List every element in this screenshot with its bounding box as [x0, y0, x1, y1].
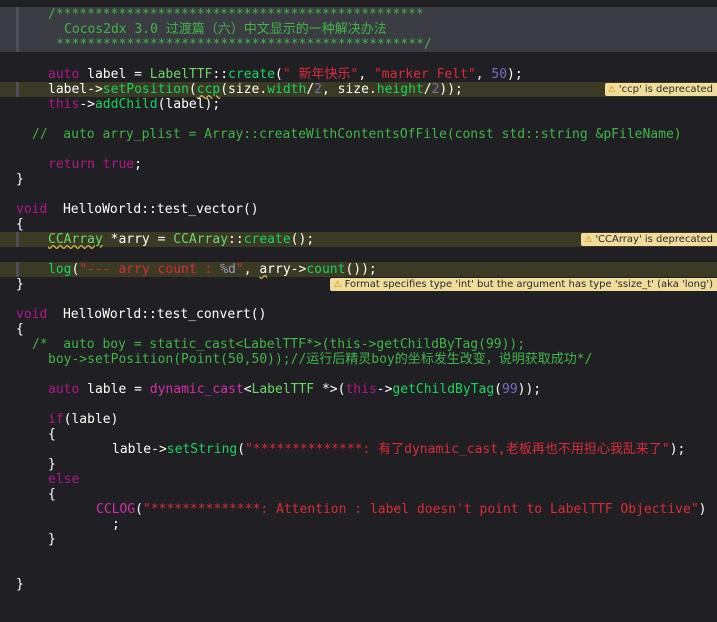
code-line[interactable]: void HelloWorld::test_convert(): [0, 307, 717, 322]
code-line[interactable]: void HelloWorld::test_vector(): [0, 202, 717, 217]
code-line[interactable]: return true;: [0, 157, 717, 172]
line-bar: [16, 232, 19, 247]
code-text: CCArray *arry = CCArray::create();: [48, 232, 315, 247]
code-text: ****************************************…: [56, 37, 432, 52]
code-line[interactable]: } ⚠ Format specifies type 'int' but the a…: [0, 277, 717, 292]
code-text: auto label = LabelTTF::create(" 新年快乐", "…: [48, 67, 523, 82]
code-line[interactable]: else: [0, 472, 717, 487]
warning-text: 'CCArray' is deprecated: [595, 234, 713, 245]
code-text: Cocos2dx 3.0 过渡篇（六）中文显示的一种解决办法: [64, 22, 387, 37]
code-text: log("--- arry count : %d", arry->count()…: [48, 262, 377, 277]
code-line-warning[interactable]: label->setPosition(ccp(size.width/2, siz…: [0, 82, 717, 97]
code-line[interactable]: auto label = LabelTTF::create(" 新年快乐", "…: [0, 67, 717, 82]
line-bar: [16, 262, 19, 277]
code-text: {: [48, 427, 56, 442]
code-line-comment[interactable]: boy->setPosition(Point(50,50));//运行后精灵bo…: [0, 352, 717, 367]
line-bar: [16, 82, 19, 97]
code-line[interactable]: if(lable): [0, 412, 717, 427]
code-line[interactable]: ;: [0, 517, 717, 532]
code-text: void HelloWorld::test_vector(): [16, 202, 259, 217]
code-line-warning[interactable]: CCArray *arry = CCArray::create(); ⚠ 'CCA…: [0, 232, 717, 247]
code-editor[interactable]: /***************************************…: [0, 0, 717, 610]
code-line[interactable]: lable->setString("**************: 有了dyna…: [0, 442, 717, 457]
code-text: else: [48, 472, 80, 487]
code-line[interactable]: }: [0, 532, 717, 547]
code-line-comment-title[interactable]: Cocos2dx 3.0 过渡篇（六）中文显示的一种解决办法: [0, 22, 717, 37]
code-text: /***************************************…: [48, 7, 424, 22]
warning-badge[interactable]: ⚠ 'CCArray' is deprecated: [581, 233, 717, 246]
line-bar: [16, 22, 19, 37]
code-line[interactable]: {: [0, 487, 717, 502]
code-line[interactable]: {: [0, 427, 717, 442]
warning-triangle-icon: ⚠: [607, 85, 616, 95]
line-bar: [16, 7, 19, 22]
code-text: }: [16, 577, 24, 592]
code-line[interactable]: {: [0, 217, 717, 232]
code-line-comment[interactable]: /* auto boy = static_cast<LabelTTF*>(thi…: [0, 337, 717, 352]
warning-triangle-icon: ⚠: [333, 280, 342, 290]
warning-badge[interactable]: ⚠'ccp' is deprecated: [604, 83, 717, 96]
code-text: }: [48, 457, 56, 472]
line-bar: [16, 37, 19, 52]
code-text: {: [16, 217, 24, 232]
code-text: }: [16, 277, 24, 292]
code-line-comment-close[interactable]: ****************************************…: [0, 37, 717, 52]
code-text: boy->setPosition(Point(50,50));//运行后精灵bo…: [48, 352, 593, 367]
code-text: if(lable): [48, 412, 119, 427]
code-text: // auto arry_plist = Array::createWithCo…: [32, 127, 682, 142]
code-text: }: [16, 172, 24, 187]
warning-text: Format specifies type 'int' but the argu…: [344, 279, 713, 290]
code-text: this->addChild(label);: [48, 97, 221, 112]
code-line[interactable]: auto lable = dynamic_cast<LabelTTF *>(th…: [0, 382, 717, 397]
code-line[interactable]: }: [0, 172, 717, 187]
code-line[interactable]: }: [0, 577, 717, 592]
code-text: void HelloWorld::test_convert(): [16, 307, 267, 322]
code-line-warning[interactable]: log("--- arry count : %d", arry->count()…: [0, 262, 717, 277]
warning-badge[interactable]: ⚠ Format specifies type 'int' but the arg…: [330, 278, 717, 291]
code-text: {: [16, 322, 24, 337]
code-text: ;: [112, 517, 120, 532]
warning-text: 'ccp' is deprecated: [618, 84, 713, 95]
code-text: return true;: [48, 157, 142, 172]
code-text: CCLOG("**************: Attention : label…: [96, 502, 707, 517]
code-line[interactable]: CCLOG("**************: Attention : label…: [0, 502, 717, 517]
code-line-comment-open[interactable]: /***************************************…: [0, 7, 717, 22]
code-text: {: [48, 487, 56, 502]
code-text: }: [48, 532, 56, 547]
warning-triangle-icon: ⚠: [584, 235, 593, 245]
code-text: label->setPosition(ccp(size.width/2, siz…: [48, 82, 463, 97]
code-text: lable->setString("**************: 有了dyna…: [112, 442, 686, 457]
code-line[interactable]: }: [0, 457, 717, 472]
code-line[interactable]: {: [0, 322, 717, 337]
code-text: auto lable = dynamic_cast<LabelTTF *>(th…: [48, 382, 542, 397]
code-line[interactable]: this->addChild(label);: [0, 97, 717, 112]
code-text: /* auto boy = static_cast<LabelTTF*>(thi…: [32, 337, 526, 352]
code-line-comment[interactable]: // auto arry_plist = Array::createWithCo…: [0, 127, 717, 142]
